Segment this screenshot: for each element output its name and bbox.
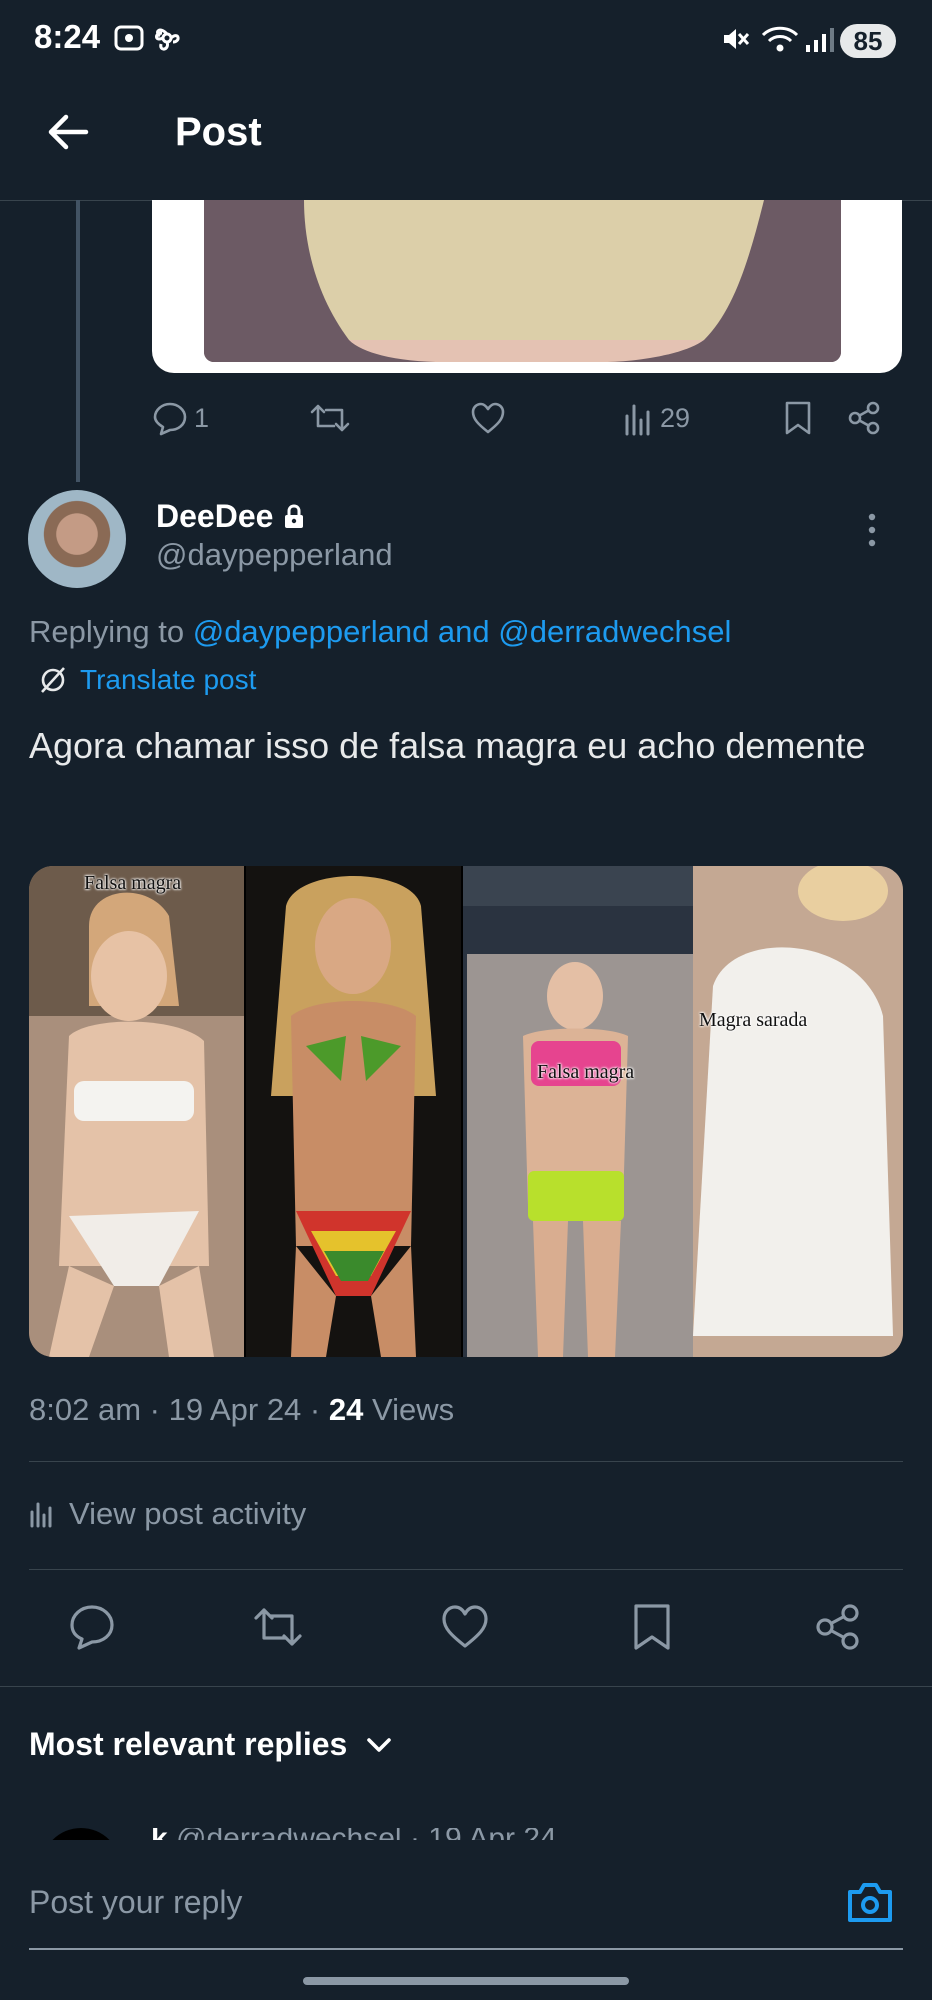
translate-label: Translate post [80, 664, 257, 695]
media-photo-3[interactable]: Falsa magra Magra sarada [463, 866, 903, 1357]
replies-title: Most relevant replies [29, 1726, 348, 1762]
more-dots-icon[interactable] [866, 512, 878, 548]
like-button[interactable] [440, 1602, 490, 1652]
share-button[interactable] [813, 1602, 863, 1652]
bookmark-button[interactable] [627, 1602, 677, 1652]
divider [0, 1686, 932, 1687]
replying-prefix: Replying to [29, 614, 185, 649]
bar-chart-icon [30, 1502, 52, 1528]
tweet-media-grid[interactable]: Falsa magra Falsa magra Magra sarada [29, 866, 903, 1357]
previous-views-count: 29 [660, 402, 691, 433]
chevron-down-icon [367, 1737, 392, 1752]
tweet-views-count: 24 [328, 1392, 364, 1427]
mute-icon [724, 29, 750, 49]
user-handle[interactable]: @daypepperland [156, 537, 393, 573]
replying-to-handles[interactable]: @daypepperland and @derradwechsel [193, 614, 732, 649]
replying-to: Replying to @daypepperland and @derradwe… [29, 614, 731, 650]
previous-tweet-photo[interactable] [204, 200, 841, 362]
reply-author-handle: @derradwechsel [176, 1828, 402, 1840]
tweet-views-label: Views [371, 1392, 455, 1427]
reply-icon [153, 402, 187, 436]
share-icon [848, 401, 880, 435]
tweet-time: 8:02 am [29, 1392, 142, 1427]
divider [29, 1461, 903, 1462]
tweet-text: Agora chamar isso de falsa magra eu acho… [29, 725, 866, 766]
replies-sort-toggle[interactable]: Most relevant replies [29, 1726, 393, 1763]
view-post-activity-label: View post activity [69, 1496, 307, 1531]
view-post-activity-button[interactable]: View post activity [29, 1496, 306, 1532]
battery-indicator: 85 [840, 24, 896, 58]
thread-line [76, 200, 80, 482]
page-title: Post [175, 110, 262, 154]
reply-input[interactable]: Post your reply [29, 1884, 242, 1921]
pinwheel-icon [155, 28, 180, 51]
next-reply-peek[interactable]: k @derradwechsel · 19 Apr 24 [29, 1828, 903, 1840]
camera-icon[interactable] [846, 1880, 894, 1924]
status-time: 8:24 [34, 18, 101, 55]
translate-post-button[interactable]: Translate post [38, 664, 256, 696]
reply-author-name: k [151, 1828, 168, 1840]
repost-icon [310, 404, 350, 432]
lock-icon [285, 503, 304, 528]
reply-author: k @derradwechsel · 19 Apr 24 [151, 1828, 557, 1840]
repost-button[interactable] [253, 1602, 303, 1652]
reply-avatar [41, 1828, 121, 1840]
media-caption-1: Falsa magra [84, 872, 182, 894]
reply-input-underline [29, 1948, 903, 1950]
tweet-timestamp: 8:02 am · 19 Apr 24 · 24 Views [29, 1392, 455, 1427]
heart-icon [471, 402, 505, 434]
media-photo-2[interactable] [246, 866, 461, 1357]
media-photo-1[interactable]: Falsa magra [29, 866, 244, 1357]
previous-share-button[interactable] [846, 398, 882, 438]
wifi-icon [761, 26, 799, 52]
previous-reply-button[interactable]: 1 [152, 398, 209, 438]
display-name[interactable]: DeeDee [156, 498, 305, 535]
previous-views-button[interactable]: 29 [624, 398, 690, 438]
avatar[interactable] [28, 490, 126, 588]
divider [29, 1569, 903, 1570]
screenshot-icon [114, 25, 144, 51]
tweet-date: 19 Apr 24 [168, 1392, 302, 1427]
media-caption-2: Falsa magra [537, 1061, 635, 1083]
bar-chart-icon [625, 404, 650, 436]
arrow-left-icon[interactable] [46, 112, 90, 152]
previous-repost-button[interactable] [310, 398, 350, 438]
reply-button[interactable] [67, 1602, 117, 1652]
translate-icon [41, 667, 65, 693]
previous-bookmark-button[interactable] [782, 398, 814, 438]
media-caption-3: Magra sarada [699, 1009, 808, 1031]
signal-icon [806, 28, 834, 52]
home-indicator[interactable] [303, 1977, 629, 1985]
previous-reply-count: 1 [194, 402, 210, 433]
previous-like-button[interactable] [470, 398, 506, 438]
bookmark-icon [785, 401, 811, 435]
reply-date: 19 Apr 24 [428, 1828, 556, 1840]
display-name-text: DeeDee [156, 498, 274, 534]
